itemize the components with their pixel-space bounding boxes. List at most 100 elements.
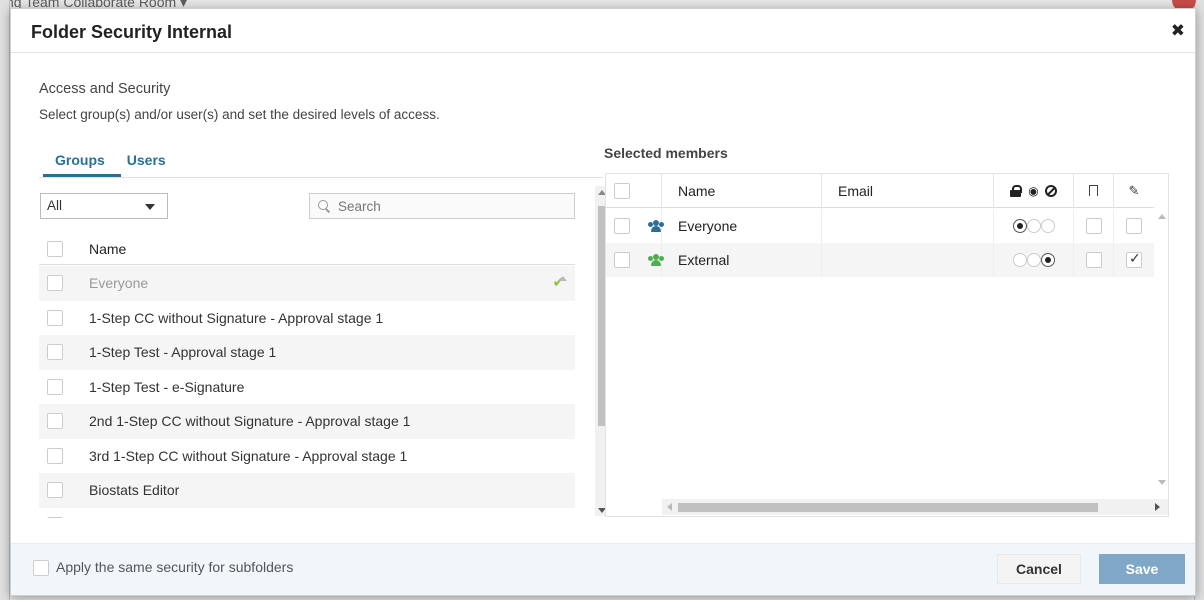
bookmark-icon — [1089, 185, 1098, 197]
dialog-title: Folder Security Internal — [31, 22, 233, 42]
column-permissions-header: ◉ — [994, 173, 1074, 208]
member-name: Everyone — [662, 209, 822, 243]
group-icon — [648, 220, 664, 232]
tab-users[interactable]: Users — [121, 147, 182, 177]
group-filter-select[interactable]: All — [40, 193, 168, 219]
groups-grid-header: Name — [39, 233, 575, 265]
cancel-button[interactable]: Cancel — [997, 554, 1081, 584]
column-edit-header: ✎ — [1114, 174, 1154, 208]
member-checkbox-cell — [606, 243, 664, 277]
section-subtitle: Select group(s) and/or user(s) and set t… — [39, 107, 440, 122]
group-name: 1-Step Test - Approval stage 1 — [89, 344, 277, 361]
member-email — [822, 209, 994, 243]
bookmark-cell — [1074, 243, 1114, 277]
lock-icon — [1010, 184, 1023, 197]
section-title: Access and Security — [39, 81, 171, 97]
bookmark-checkbox[interactable] — [1085, 218, 1102, 234]
tab-groups[interactable]: Groups — [43, 147, 121, 177]
folder-security-dialog: Folder Security Internal ✖ Access and Se… — [10, 8, 1196, 596]
search-input[interactable] — [336, 197, 536, 215]
group-row[interactable] — [39, 508, 575, 518]
select-all-members-checkbox[interactable] — [614, 182, 630, 199]
dialog-footer: Apply the same security for subfolders C… — [11, 543, 1195, 595]
eye-icon: ◉ — [1028, 183, 1039, 198]
group-name: Everyone — [89, 275, 149, 292]
members-horizontal-scrollbar[interactable] — [662, 499, 1168, 515]
scrollbar-thumb[interactable] — [678, 503, 1098, 512]
group-row[interactable]: 1-Step Test - Approval stage 1 — [39, 335, 575, 370]
column-name-header[interactable]: Name — [662, 173, 822, 208]
row-checkbox[interactable] — [47, 309, 63, 326]
groups-grid-body: Everyone ✔ 1-Step CC without Signature -… — [39, 266, 575, 518]
close-icon[interactable]: ✖ — [1171, 21, 1185, 41]
apply-subfolders-checkbox[interactable] — [33, 560, 49, 576]
caret-down-icon — [145, 204, 155, 210]
permission-radios — [994, 243, 1074, 277]
row-checkbox[interactable] — [47, 413, 63, 430]
member-checkbox-cell — [606, 209, 664, 243]
permission-none-radio[interactable] — [1040, 253, 1055, 267]
bookmark-cell — [1074, 209, 1114, 243]
group-row[interactable]: 2nd 1-Step CC without Signature - Approv… — [39, 404, 575, 439]
selected-members-title: Selected members — [604, 145, 728, 161]
member-row[interactable]: External — [606, 243, 1154, 277]
permission-none-radio[interactable] — [1040, 219, 1055, 233]
group-row[interactable]: Biostats Editor — [39, 473, 575, 508]
selected-members-header: Name Email ◉ ✎ — [606, 173, 1154, 208]
row-checkbox[interactable] — [47, 516, 63, 518]
row-checkbox[interactable] — [614, 252, 630, 268]
scroll-up-icon[interactable] — [1158, 214, 1166, 219]
selected-members-grid: Name Email ◉ ✎ Everyone External ✓ — [605, 173, 1169, 517]
member-name: External — [662, 243, 822, 277]
member-row[interactable]: Everyone — [606, 209, 1154, 243]
group-icon — [648, 254, 664, 266]
bookmark-checkbox[interactable] — [1085, 252, 1102, 268]
permission-restricted-radio[interactable] — [1012, 253, 1027, 267]
row-checkbox[interactable] — [47, 482, 63, 499]
scroll-right-icon[interactable] — [1155, 503, 1160, 511]
scroll-left-icon[interactable] — [667, 503, 672, 511]
column-email-header[interactable]: Email — [822, 173, 994, 208]
group-name: 3rd 1-Step CC without Signature - Approv… — [89, 447, 408, 464]
edit-icon: ✎ — [1128, 183, 1140, 198]
permission-restricted-radio[interactable] — [1012, 219, 1027, 233]
select-all-checkbox[interactable] — [47, 240, 63, 257]
edit-checkbox[interactable] — [1126, 218, 1142, 234]
search-icon — [318, 200, 330, 212]
edit-checkbox[interactable] — [1126, 250, 1142, 268]
header-checkbox-cell — [606, 173, 662, 208]
row-checkbox[interactable] — [47, 275, 63, 292]
group-name: Biostats Editor — [89, 482, 180, 499]
selected-members-body: Everyone External — [606, 209, 1154, 277]
save-button[interactable]: Save — [1099, 554, 1185, 584]
row-checkbox[interactable] — [47, 378, 63, 395]
group-row[interactable]: 1-Step CC without Signature - Approval s… — [39, 301, 575, 336]
row-checkbox[interactable] — [614, 218, 630, 234]
group-name: 2nd 1-Step CC without Signature - Approv… — [89, 413, 411, 430]
row-checkbox[interactable] — [47, 344, 63, 361]
permission-view-radio[interactable] — [1026, 253, 1041, 267]
members-vertical-scrollbar[interactable] — [1155, 209, 1169, 499]
column-bookmark-header — [1074, 173, 1114, 208]
permission-view-radio[interactable] — [1026, 219, 1041, 233]
dialog-header: Folder Security Internal ✖ — [11, 9, 1195, 53]
edit-cell — [1114, 243, 1154, 277]
group-filter-value: All — [47, 198, 63, 213]
ban-icon — [1044, 184, 1057, 197]
group-row[interactable]: Everyone ✔ — [39, 266, 575, 301]
row-checkbox[interactable] — [47, 447, 63, 464]
group-row[interactable]: 1-Step Test - e-Signature — [39, 370, 575, 405]
group-name: 1-Step Test - e-Signature — [89, 378, 245, 395]
column-name-header[interactable]: Name — [89, 241, 126, 257]
member-type-tabs: Groups Users — [43, 147, 182, 177]
permission-radios — [994, 209, 1074, 243]
group-name: 1-Step CC without Signature - Approval s… — [89, 309, 384, 326]
groups-panel: All Name Everyone ✔ 1-Step CC without Si… — [39, 177, 610, 518]
apply-subfolders-label[interactable]: Apply the same security for subfolders — [56, 559, 293, 575]
scroll-down-icon[interactable] — [1158, 480, 1166, 485]
group-row[interactable]: 3rd 1-Step CC without Signature - Approv… — [39, 439, 575, 474]
edit-cell — [1114, 209, 1154, 243]
member-email — [822, 243, 994, 277]
grid-scroll-up-icon[interactable] — [559, 276, 567, 281]
group-search[interactable] — [309, 193, 575, 219]
